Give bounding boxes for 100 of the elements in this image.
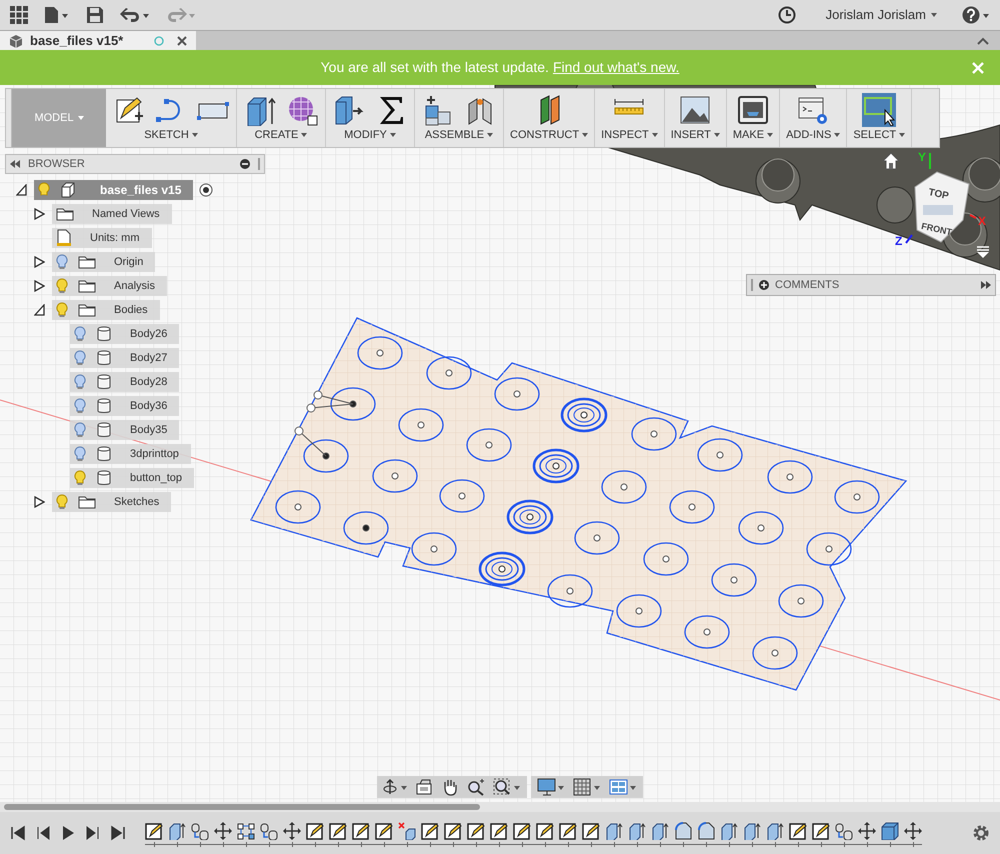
expand-icon[interactable] — [981, 281, 991, 289]
sketch-feature-icon[interactable] — [352, 822, 370, 840]
move-feature-icon[interactable] — [904, 822, 922, 840]
collapse-icon[interactable] — [10, 160, 20, 168]
sketch-feature-icon[interactable] — [145, 822, 163, 840]
fit-zoom-icon[interactable] — [493, 778, 521, 796]
grid-icon[interactable] — [573, 778, 601, 796]
sketch-feature-icon[interactable] — [582, 822, 600, 840]
toolbar-menu[interactable]: MODIFY — [344, 127, 396, 144]
sketch-feature-icon[interactable] — [444, 822, 462, 840]
undo-icon[interactable] — [120, 6, 150, 24]
move-feature-icon[interactable] — [283, 822, 301, 840]
pushpull-tool-icon[interactable] — [333, 94, 365, 126]
scrollbar-thumb[interactable] — [4, 804, 480, 810]
delete-feature-icon[interactable] — [398, 822, 416, 840]
sketch-feature-icon[interactable] — [789, 822, 807, 840]
cube-face-label[interactable]: FRONT — [920, 220, 953, 238]
box-feature-icon[interactable] — [881, 822, 899, 840]
document-tab[interactable]: base_files v15* — [0, 31, 196, 50]
sketch-feature-icon[interactable] — [375, 822, 393, 840]
toolbar-menu[interactable]: CREATE — [254, 127, 308, 144]
toolbar-menu[interactable]: INSPECT — [601, 127, 658, 144]
expand-triangle-icon[interactable] — [34, 496, 45, 508]
collapse-triangle-icon[interactable] — [16, 184, 27, 196]
sketch-feature-icon[interactable] — [812, 822, 830, 840]
toolbar-menu[interactable]: CONSTRUCT — [510, 127, 588, 144]
sketch-feature-icon[interactable] — [467, 822, 485, 840]
sketch-feature-icon[interactable] — [490, 822, 508, 840]
extrude-feature-icon[interactable] — [168, 822, 186, 840]
view-cube[interactable] — [914, 171, 970, 243]
cube-face-label[interactable]: TOP — [927, 187, 950, 202]
user-menu[interactable]: Jorislam Jorislam — [826, 5, 938, 25]
extrude-feature-icon[interactable] — [766, 822, 784, 840]
select-tool-icon[interactable] — [863, 94, 896, 126]
step-forward-icon[interactable] — [85, 825, 101, 841]
toolbar-menu[interactable]: INSERT — [670, 127, 720, 144]
extrude-feature-icon[interactable] — [743, 822, 761, 840]
browser-item[interactable]: Sketches — [52, 492, 172, 512]
browser-item[interactable]: Named Views — [52, 204, 172, 224]
save-icon[interactable] — [86, 6, 104, 24]
sketch-feature-icon[interactable] — [421, 822, 439, 840]
browser-item[interactable]: Analysis — [52, 276, 167, 296]
expand-triangle-icon[interactable] — [34, 280, 45, 292]
go-to-start-icon[interactable] — [10, 825, 26, 841]
orbit-icon[interactable] — [383, 778, 407, 796]
sketch-feature-icon[interactable] — [329, 822, 347, 840]
toolbar-menu[interactable]: SELECT — [853, 127, 906, 144]
go-to-end-icon[interactable] — [110, 825, 126, 841]
joint-feature-icon[interactable] — [260, 822, 278, 840]
zoom-icon[interactable] — [467, 778, 485, 796]
home-icon[interactable] — [882, 152, 900, 170]
file-icon[interactable] — [44, 6, 70, 24]
apps-grid-icon[interactable] — [10, 6, 28, 24]
display-icon[interactable] — [537, 778, 565, 796]
clock-icon[interactable] — [778, 6, 796, 24]
extrude-feature-icon[interactable] — [605, 822, 623, 840]
sketch-feature-icon[interactable] — [513, 822, 531, 840]
browser-item[interactable]: button_top — [70, 468, 194, 488]
joint-feature-icon[interactable] — [835, 822, 853, 840]
chevron-up-icon[interactable] — [976, 36, 990, 46]
play-icon[interactable] — [60, 825, 76, 841]
move-feature-icon[interactable] — [214, 822, 232, 840]
expand-triangle-icon[interactable] — [34, 256, 45, 268]
dropdown-icon[interactable] — [976, 246, 990, 258]
browser-item[interactable]: Body26 — [70, 324, 180, 344]
step-back-icon[interactable] — [35, 825, 51, 841]
extrude-feature-icon[interactable] — [720, 822, 738, 840]
sketch-feature-icon[interactable] — [536, 822, 554, 840]
plus-icon[interactable] — [759, 280, 769, 290]
browser-item[interactable]: Body28 — [70, 372, 180, 392]
settings-icon[interactable] — [972, 824, 990, 842]
sketch-feature-icon[interactable] — [559, 822, 577, 840]
toolbar-menu[interactable]: ADD-INS — [786, 127, 840, 144]
joint-feature-icon[interactable] — [191, 822, 209, 840]
minus-icon[interactable] — [240, 159, 250, 169]
fillet-feature-icon[interactable] — [674, 822, 692, 840]
browser-item[interactable]: Body36 — [70, 396, 180, 416]
toolbar-menu[interactable]: SKETCH — [144, 127, 198, 144]
toolbar-menu[interactable]: ASSEMBLE — [424, 127, 494, 144]
browser-item[interactable]: 3dprinttop — [70, 444, 191, 464]
pattern-feature-icon[interactable] — [237, 822, 255, 840]
extrude-feature-icon[interactable] — [628, 822, 646, 840]
toolbar-menu[interactable]: MAKE — [732, 127, 774, 144]
viewports-icon[interactable] — [609, 778, 637, 796]
browser-item[interactable]: Bodies — [52, 300, 160, 320]
image-tool-icon[interactable] — [679, 94, 712, 126]
extrude-feature-icon[interactable] — [651, 822, 669, 840]
move-feature-icon[interactable] — [858, 822, 876, 840]
look-at-icon[interactable] — [415, 778, 433, 796]
form-tool-icon[interactable] — [286, 94, 318, 126]
browser-item[interactable]: Body27 — [70, 348, 180, 368]
browser-item[interactable]: Units: mm — [52, 228, 152, 248]
fillet-feature-icon[interactable] — [697, 822, 715, 840]
browser-item[interactable]: Body35 — [70, 420, 180, 440]
help-icon[interactable] — [962, 6, 990, 24]
sketch-feature-icon[interactable] — [306, 822, 324, 840]
browser-item[interactable]: Origin — [52, 252, 156, 272]
printer-tool-icon[interactable] — [736, 94, 769, 126]
expand-triangle-icon[interactable] — [34, 208, 45, 220]
collapse-triangle-icon[interactable] — [34, 304, 45, 316]
